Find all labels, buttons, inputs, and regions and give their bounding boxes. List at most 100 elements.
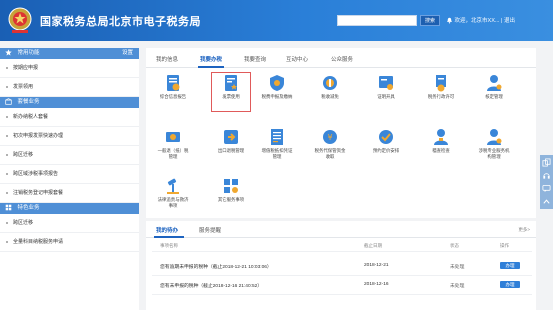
sidebar-item[interactable]: 注销税务登记申报套餐 [0,184,139,203]
bullet-icon [6,115,8,118]
func-admin-license[interactable]: 税务行政许可 [421,73,461,113]
bullet-icon [6,191,8,194]
func-export-refund[interactable]: 出口退税管理 [211,127,251,167]
invoice-icon [225,75,237,91]
column-header-name: 事项名称 [160,243,178,248]
func-label: 税费申报及缴纳 [261,94,293,99]
sidebar-item[interactable]: 按期应申报 [0,59,139,78]
table-row-name[interactable]: 您有逾期未申报的税种（截止2018-12-21 10:03:06） [160,263,272,270]
shield-declaration-icon [270,75,284,91]
sidebar-item[interactable]: 初次申报发票快速办理 [0,127,139,146]
func-custody-funds[interactable]: ¥ 税务代保管资金 收取 [310,127,350,167]
table-row-status: 未处理 [450,265,465,270]
active-todo-indicator [154,236,184,238]
func-label: 其它服务事项 [217,197,245,202]
sidebar-item-label: 跨区域涉税事项报告 [13,171,59,177]
bullet-icon [6,153,8,156]
func-invoice-use[interactable]: 发票使用 [211,72,251,112]
func-label-line2: 收取 [325,154,335,159]
headset-icon[interactable] [542,171,551,180]
column-header-action: 操作 [500,243,509,248]
sidebar-item[interactable]: 跨区迁移 [0,214,139,233]
sidebar-item-label: 初次申报发票快速办理 [13,133,64,139]
sidebar-section-special[interactable]: 特色业务 [0,203,139,214]
func-label: 核定管理 [485,94,503,99]
func-tax-reduction[interactable]: 税收减免 [310,73,350,113]
func-inspection[interactable]: 稽查检查 [421,127,461,167]
table-row-name[interactable]: 您有未申报的税种（截止2018-12-16 21:40:52） [160,282,262,289]
person-verify-icon [487,75,502,91]
column-header-status: 状态 [450,243,459,248]
func-certificate[interactable]: 证明开具 [366,73,406,113]
handle-button[interactable]: 办理 [500,281,520,288]
sidebar-section-package[interactable]: 套餐业务 [0,97,139,108]
sidebar-section-common[interactable]: 常用功能 设置 [0,48,139,59]
top-header: 国家税务总局北京市电子税务局 搜索 欢迎，北京市XX... | 退出 [0,0,553,41]
table-row-date: 2018-12-21 [364,263,389,268]
func-refund[interactable]: 一般退（抵）税 管理 [153,127,193,167]
section-title: 套餐业务 [17,99,40,105]
tab-my-info[interactable]: 我的信息 [156,55,178,63]
star-icon [5,49,12,56]
sidebar-item[interactable]: 跨区域涉税事项报告 [0,165,139,184]
func-tax-declaration[interactable]: 税费申报及缴纳 [257,73,297,113]
section-title: 常用功能 [17,50,40,56]
coin-reduction-icon [323,76,337,90]
user-area[interactable]: 欢迎，北京市XX... | 退出 [446,16,515,24]
active-tab-indicator [198,66,224,68]
professional-icon [487,129,502,145]
inspector-icon [434,129,448,145]
func-label-line2: 管理 [272,154,282,159]
sidebar-item[interactable]: 新办纳税人套餐 [0,108,139,127]
sidebar-item-label: 注销税务登记申报套餐 [13,190,64,196]
refund-icon [166,132,180,142]
sidebar-item[interactable]: 发票领用 [0,78,139,97]
row-divider [152,275,532,276]
voucher-icon [271,129,283,145]
tab-interaction[interactable]: 互动中心 [286,55,308,63]
tab-public-service[interactable]: 公众服务 [331,55,353,63]
sidebar-item-label: 新办纳税人套餐 [13,114,49,120]
func-label-line2: 构管理 [487,154,501,159]
tab-tax-handling[interactable]: 我要办税 [200,55,222,63]
header-divider [152,251,532,252]
tab-service-reminder[interactable]: 服务提醒 [199,226,221,234]
other-services-icon [224,179,238,193]
bell-icon[interactable] [446,17,453,24]
copy-icon[interactable] [542,158,551,167]
search-input[interactable] [337,15,417,26]
func-legal-remedy[interactable]: 法律追责与救济 事项 [153,176,193,216]
chevron-up-icon[interactable] [542,197,551,206]
sidebar-item[interactable]: 全量科目纳税服务申请 [0,233,139,252]
bullet-icon [6,172,8,175]
func-label: 出口退税管理 [217,148,245,153]
func-info-report[interactable]: 综合信息报告 [153,73,193,113]
func-pricing-arrangement[interactable]: 预约定价安排 [366,127,406,167]
column-header-date: 截止日期 [364,243,382,248]
search-button[interactable]: 搜索 [420,15,440,26]
func-other-services[interactable]: 其它服务事项 [211,176,251,216]
pricing-icon [379,130,393,144]
todo-panel: 我的待办 服务提醒 更多> 事项名称 截止日期 状态 操作 您有逾期未申报的税种… [146,221,536,310]
user-welcome-text[interactable]: 欢迎，北京市XX... | 退出 [455,18,515,24]
tab-query[interactable]: 我要查询 [244,55,266,63]
document-info-icon [167,75,180,91]
more-link[interactable]: 更多> [518,227,530,233]
certificate-icon [379,76,393,90]
sidebar-item-label: 发票领用 [13,84,34,90]
row-divider [152,294,532,295]
sidebar-item-label: 按期应申报 [13,65,39,71]
sidebar-item[interactable]: 跨区迁移 [0,146,139,165]
func-professional-service[interactable]: 涉税专业服务机 构管理 [474,127,514,167]
func-vat-deduction[interactable]: 增值税抵扣凭证 管理 [257,127,297,167]
settings-link[interactable]: 设置 [122,48,133,59]
chat-icon[interactable] [542,184,551,193]
func-label: 税收减免 [321,94,339,99]
bullet-icon [6,66,8,69]
handle-button[interactable]: 办理 [500,262,520,269]
func-label-line2: 管理 [168,154,178,159]
table-row-status: 未处理 [450,284,465,289]
tab-my-todo[interactable]: 我的待办 [156,226,178,234]
func-verification[interactable]: 核定管理 [474,73,514,113]
func-label: 税务行政许可 [427,94,455,99]
